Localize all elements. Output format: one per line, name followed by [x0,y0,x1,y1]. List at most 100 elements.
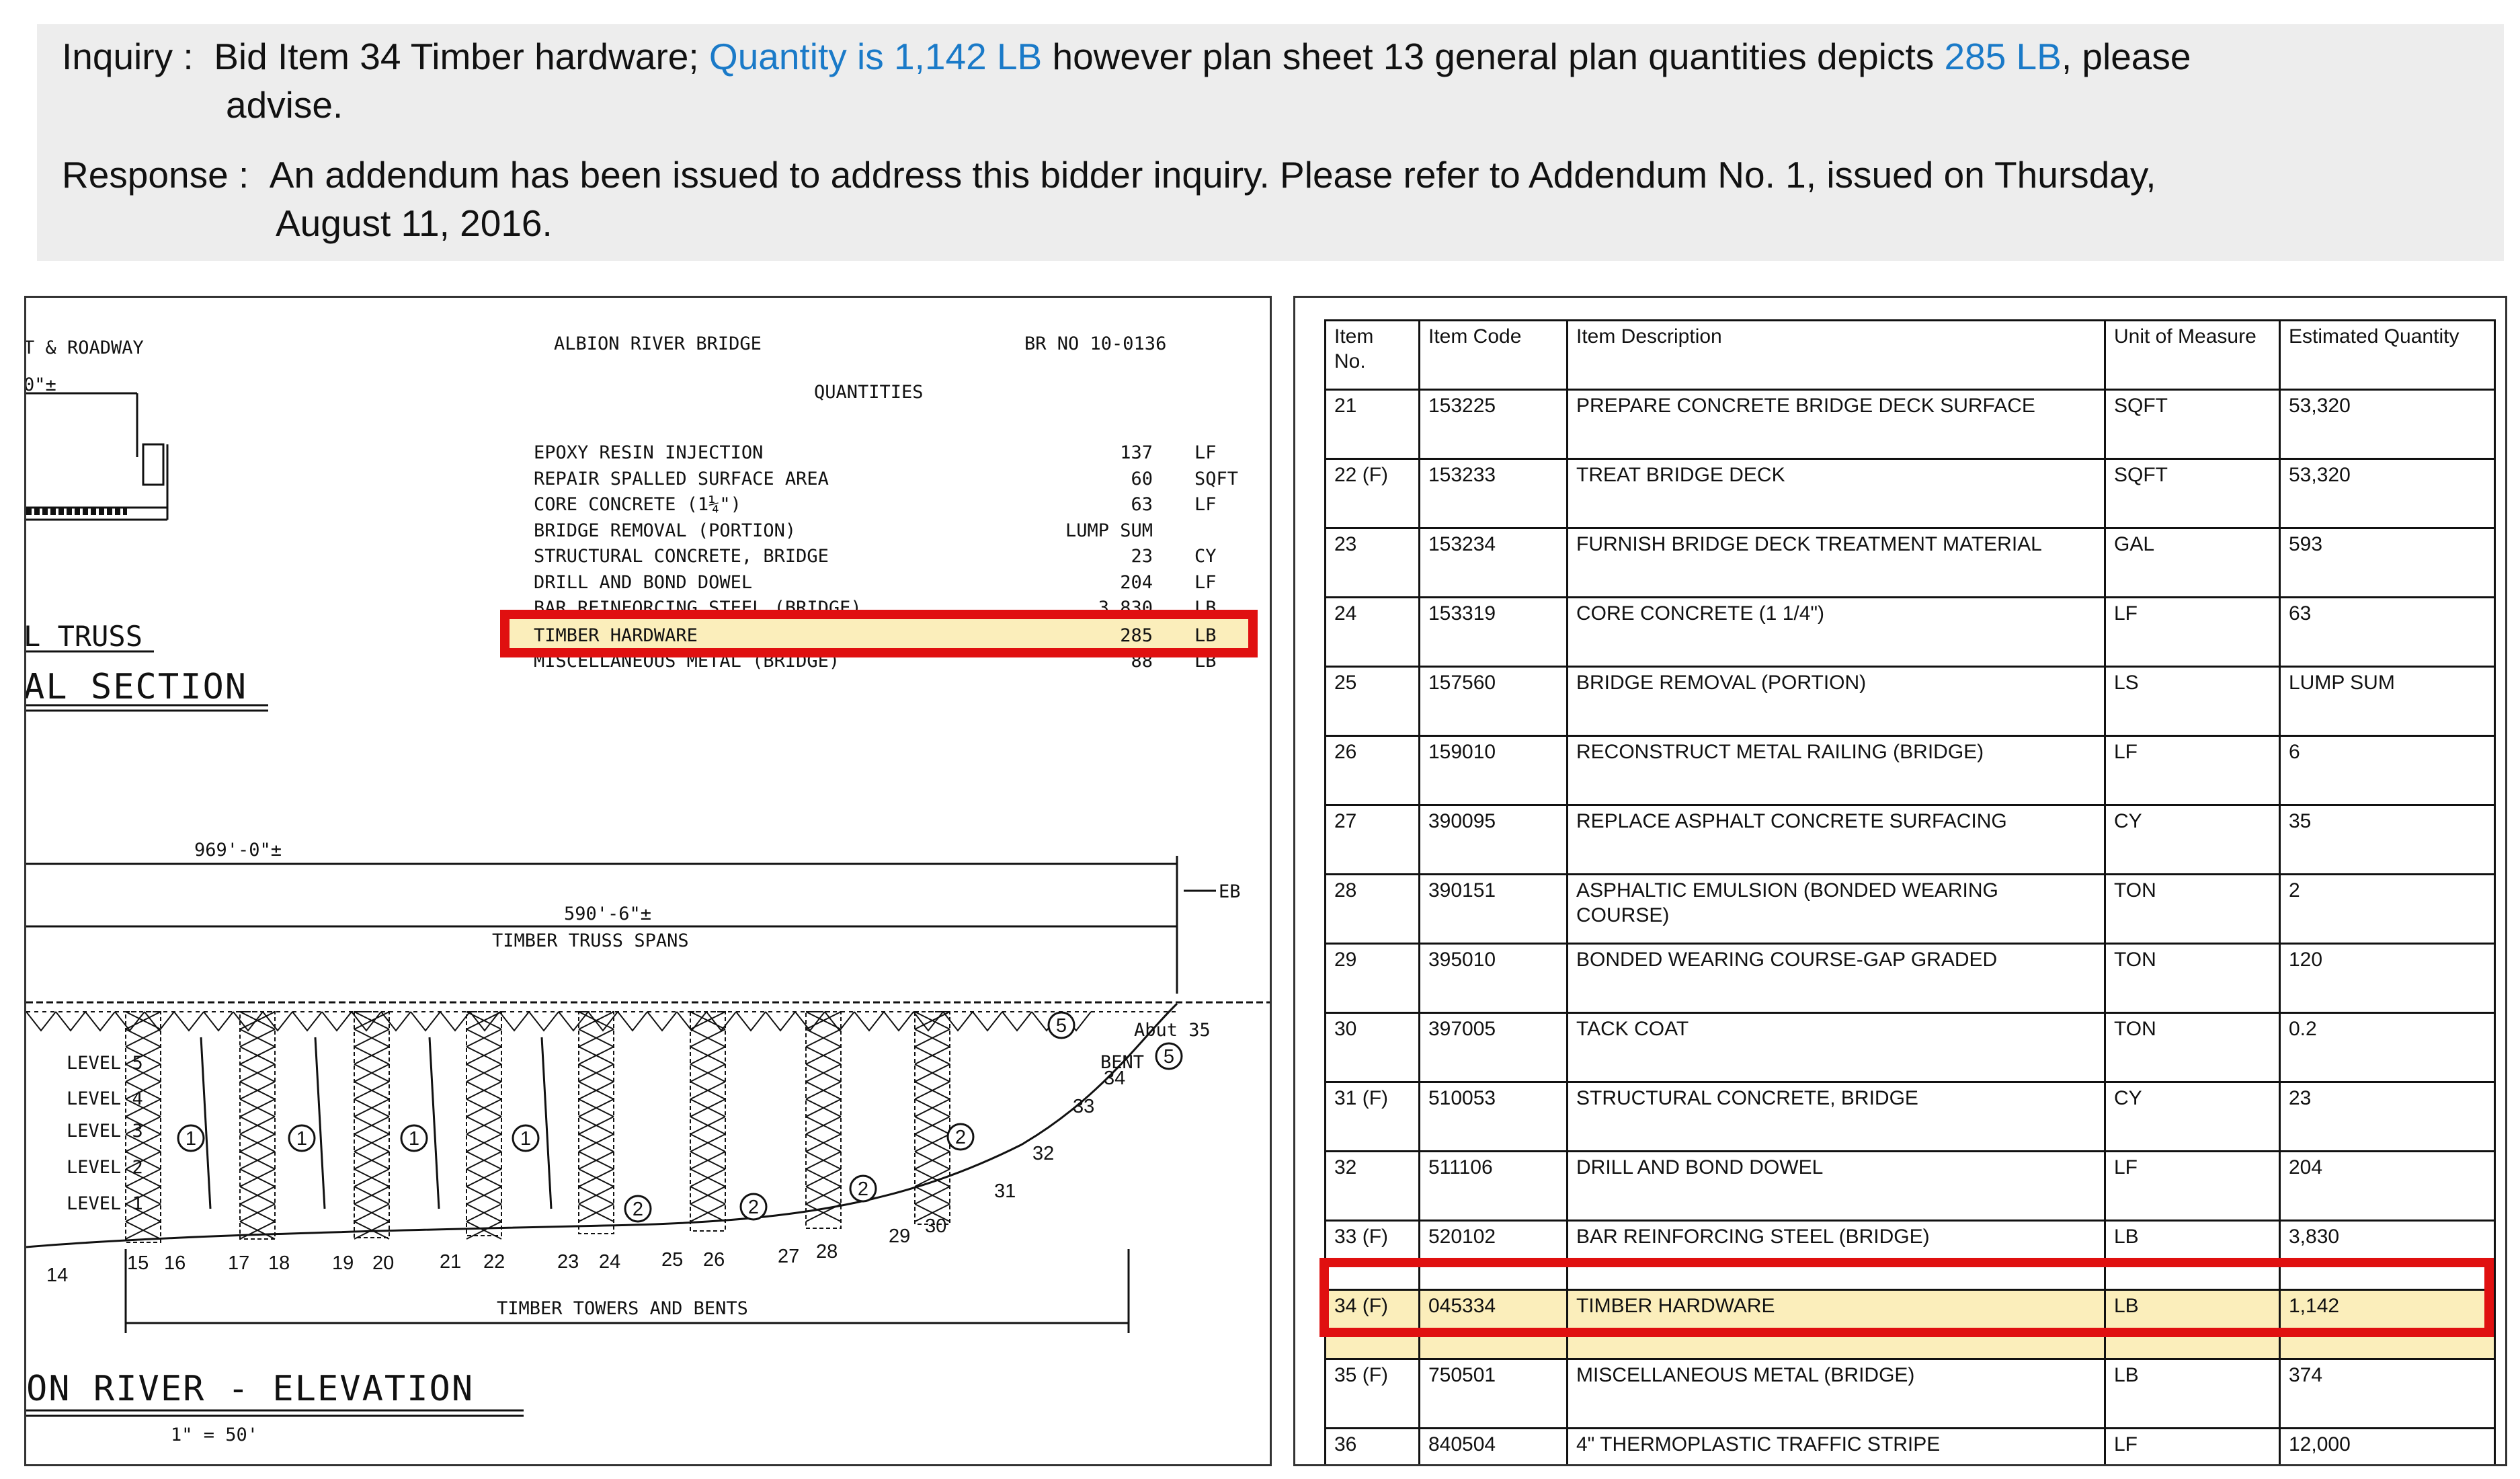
cell-item-description: RECONSTRUCT METAL RAILING (BRIDGE) [1566,735,2106,806]
cell-quantity: 2 [2279,873,2496,945]
cell-item-no: 30 [1324,1012,1420,1083]
truss-brace [428,1037,440,1209]
callout-number: 2 [748,1197,759,1218]
truss-lattice [617,1011,648,1032]
response-label: Response : [62,154,249,196]
drawing-qty-item: REPAIR SPALLED SURFACE AREA [534,469,829,489]
drawing-qty-unit: SQFT [1194,469,1238,489]
truss-lattice [735,1011,766,1032]
truss-brace [314,1037,326,1209]
cell-item-description: TACK COAT [1566,1012,2106,1083]
bent-number: 30 [925,1215,946,1237]
bent-number: 32 [1032,1143,1054,1164]
truss-lattice [824,1011,855,1032]
table-row: 30 397005 TACK COAT TON 0.2 [1324,1012,2496,1083]
truss-lattice [1002,1011,1032,1032]
timber-tower [690,1011,726,1232]
table-row: 27 390095 REPLACE ASPHALT CONCRETE SURFACI… [1324,804,2496,875]
cell-item-code: 159010 [1418,735,1568,806]
cell-quantity: 204 [2279,1150,2496,1222]
drawing-timber-hardware-unit: LB [1194,625,1217,646]
truss-lattice [854,1011,885,1032]
cell-item-description: MISCELLANEOUS METAL (BRIDGE) [1566,1358,2106,1429]
truss-lattice [410,1011,441,1032]
cell-item-no: 29 [1324,943,1420,1014]
cell-item-description: BONDED WEARING COURSE-GAP GRADED [1566,943,2106,1014]
cell-unit: TON [2104,1012,2281,1083]
bid-item-table-panel: Item No. Item Code Item Description Unit… [1293,296,2507,1466]
plan-sheet-svg: T & ROADWAY 0"± ALBION RIVER BRIDGE BR N… [26,333,1270,1445]
cell-item-no: 25 [1324,666,1420,737]
section-label: AL SECTION [26,667,247,707]
drawing-qty-value: 60 [1131,469,1153,489]
bent-number: 22 [483,1251,505,1273]
cell-quantity: 6 [2279,735,2496,806]
truss-label: L TRUSS [26,620,143,653]
header-estimated-quantity: Estimated Quantity [2279,319,2496,391]
cell-item-description: PREPARE CONCRETE BRIDGE DECK SURFACE [1566,389,2106,460]
callout-number: 2 [858,1178,868,1200]
bridge-title: ALBION RIVER BRIDGE [554,333,762,354]
cell-quantity: 12,000 [2279,1427,2496,1464]
level-3-label: LEVEL 3 [67,1121,143,1142]
cell-item-code: 397005 [1418,1012,1568,1083]
cell-unit: TON [2104,873,2281,945]
bent-number: 15 [127,1252,149,1274]
level-5-label: LEVEL 5 [67,1053,143,1074]
truss-lattice [647,1011,678,1032]
table-row: 26 159010 RECONSTRUCT METAL RAILING (BRIDG… [1324,735,2496,806]
cell-quantity: 120 [2279,943,2496,1014]
inquiry-text-a: Bid Item 34 Timber hardware; [214,36,699,77]
level-1-label: LEVEL 1 [67,1193,143,1214]
response-text: An addendum has been issued to address t… [269,154,2156,196]
truss-lattice [765,1011,796,1032]
cell-item-no: 26 [1324,735,1420,806]
bent-number: 14 [46,1265,68,1286]
bent-number: 23 [557,1251,579,1273]
cell-unit: LF [2104,1427,2281,1464]
drawing-qty-item: EPOXY RESIN INJECTION [534,442,763,463]
callout-number: 1 [296,1128,307,1150]
callout-number: 1 [409,1128,419,1150]
callout-number: 2 [955,1127,966,1148]
drawing-qty-item: CORE CONCRETE (1¼") [534,494,741,515]
cell-item-no: 27 [1324,804,1420,875]
table-row: 24 153319 CORE CONCRETE (1 1/4") LF 63 [1324,596,2496,668]
timber-tower [466,1011,502,1240]
drawing-qty-unit: LF [1194,494,1217,515]
inquiry-text-b: however plan sheet 13 general plan quant… [1052,36,1935,77]
inquiry-line-2: advise. [226,84,343,126]
truss-lattice [292,1011,323,1032]
cell-item-description: STRUCTURAL CONCRETE, BRIDGE [1566,1081,2106,1152]
callout-number: 1 [186,1128,196,1150]
total-length-dim: 969'-0"± [194,840,282,861]
cell-quantity: 0.2 [2279,1012,2496,1083]
cell-item-code: 390095 [1418,804,1568,875]
cell-unit: CY [2104,1081,2281,1152]
cell-unit: CY [2104,804,2281,875]
truss-lattice [499,1011,530,1032]
table-row: 32 511106 DRILL AND BOND DOWEL LF 204 [1324,1150,2496,1222]
table-row: 35 (F) 750501 MISCELLANEOUS METAL (BRIDGE)… [1324,1358,2496,1429]
cell-item-no: 35 (F) [1324,1358,1420,1429]
bent-number: 28 [816,1241,838,1263]
cell-item-code: 510053 [1418,1081,1568,1152]
timber-truss-spans-label: TIMBER TRUSS SPANS [492,930,689,951]
callout-number: 2 [633,1199,643,1220]
cell-item-no: 24 [1324,596,1420,668]
drawing-qty-value: 137 [1120,442,1153,463]
cell-unit: SQFT [2104,458,2281,529]
drawing-qty-item: STRUCTURAL CONCRETE, BRIDGE [534,546,829,567]
cell-item-code: 153234 [1418,527,1568,598]
cell-item-code: 153319 [1418,596,1568,668]
header-unit-of-measure: Unit of Measure [2104,319,2281,391]
cell-unit: LF [2104,1150,2281,1222]
cell-item-code: 157560 [1418,666,1568,737]
header-item-no: Item No. [1324,319,1420,391]
bent-number: 34 [1104,1068,1125,1089]
callout-number: 1 [520,1128,531,1150]
truss-lattice [262,1011,293,1032]
cell-item-no: 28 [1324,873,1420,945]
bent-number: 29 [889,1226,910,1247]
bent-number: 19 [332,1252,354,1274]
